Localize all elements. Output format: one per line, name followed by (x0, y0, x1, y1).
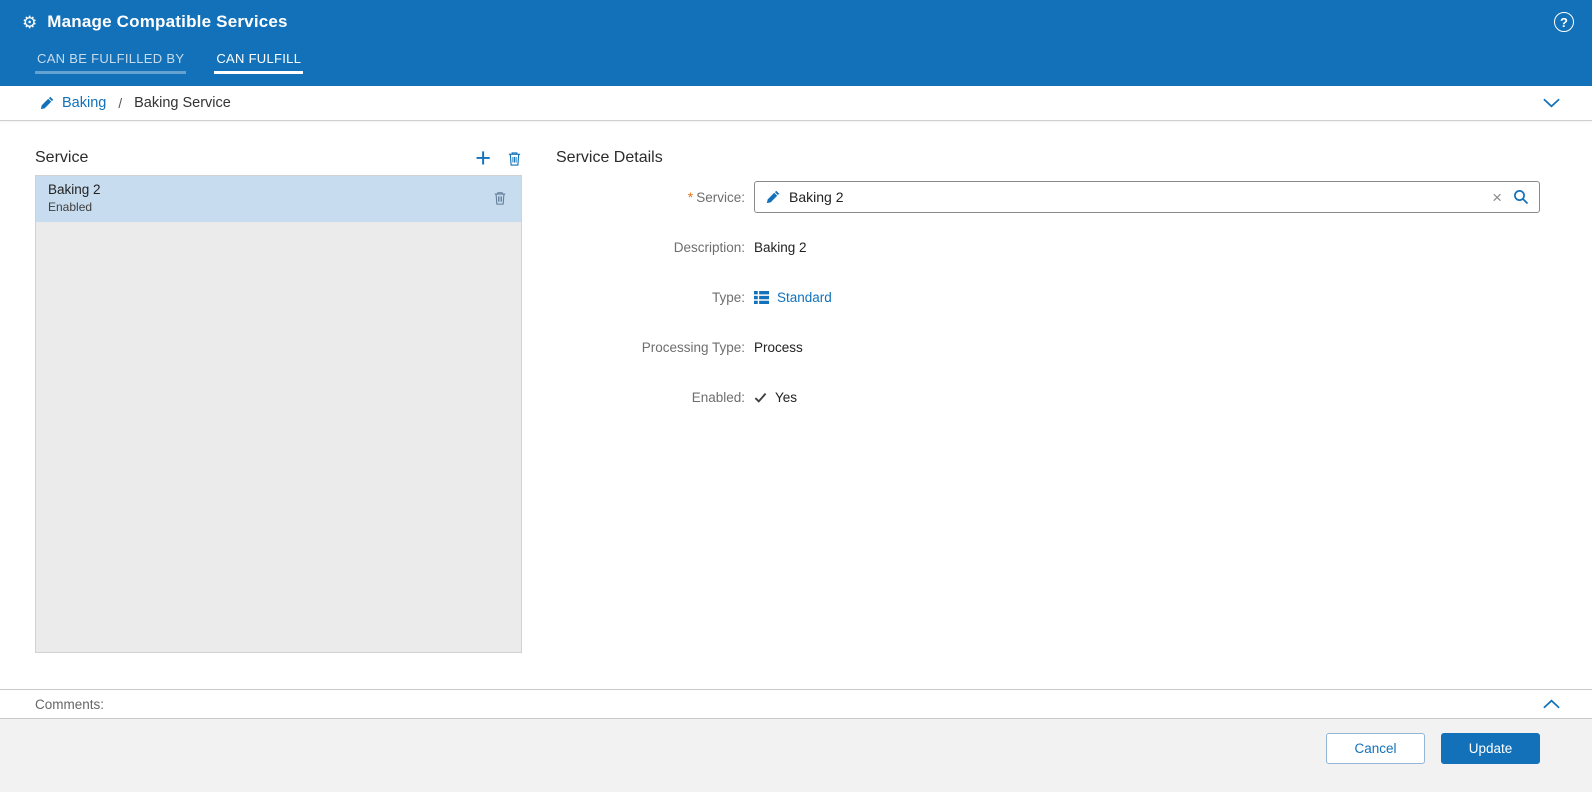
app-window: ⚙ Manage Compatible Services ? CAN BE FU… (0, 0, 1592, 792)
service-details-panel: Service Details *Service: × (556, 141, 1540, 689)
chevron-up-icon[interactable] (1543, 699, 1560, 709)
list-item-status: Enabled (48, 200, 93, 214)
pencil-icon (766, 190, 780, 204)
breadcrumb: Baking / Baking Service (0, 86, 1592, 121)
page-title: Manage Compatible Services (47, 12, 288, 31)
delete-service-icon[interactable] (507, 150, 522, 167)
help-icon[interactable]: ? (1554, 12, 1574, 32)
breadcrumb-current: Baking Service (134, 95, 231, 111)
service-panel-header: Service + (35, 141, 522, 175)
enabled-text: Yes (775, 389, 798, 405)
main-content: Service + Baking 2 Enabled Service Detai… (0, 121, 1592, 689)
processing-type-row: Processing Type: Process (556, 331, 1540, 363)
tab-can-fulfill[interactable]: CAN FULFILL (214, 44, 304, 74)
title-row: ⚙ Manage Compatible Services ? (22, 0, 1592, 44)
cancel-button[interactable]: Cancel (1326, 733, 1425, 764)
processing-type-label: Processing Type: (641, 339, 745, 355)
comments-label: Comments: (35, 696, 105, 712)
processing-type-value: Process (754, 339, 803, 355)
description-label: Description: (673, 239, 745, 255)
list-item-text: Baking 2 Enabled (48, 182, 101, 214)
comments-bar: Comments: (0, 689, 1592, 719)
description-value: Baking 2 (754, 239, 807, 255)
service-panel-title: Service (35, 149, 89, 166)
service-field-row: *Service: × (556, 181, 1540, 213)
service-field-label: * Service: (687, 189, 745, 205)
header-tabs: CAN BE FULFILLED BY CAN FULFILL (35, 44, 1592, 86)
service-lookup-field[interactable]: × (754, 181, 1540, 213)
footer-bar: Cancel Update (0, 719, 1592, 792)
list-item-baking-2[interactable]: Baking 2 Enabled (36, 176, 521, 222)
update-button[interactable]: Update (1441, 733, 1540, 764)
type-row: Type: Standard (556, 281, 1540, 313)
service-details-title: Service Details (556, 149, 663, 166)
clear-icon[interactable]: × (1490, 189, 1504, 206)
top-header: ⚙ Manage Compatible Services ? CAN BE FU… (0, 0, 1592, 86)
tab-can-be-fulfilled-by[interactable]: CAN BE FULFILLED BY (35, 44, 187, 74)
service-panel-actions: + (475, 145, 522, 172)
enabled-row: Enabled: Yes (556, 381, 1540, 413)
required-marker: * (687, 189, 694, 205)
type-link[interactable]: Standard (777, 290, 832, 305)
delete-item-icon[interactable] (493, 190, 507, 206)
service-list-panel: Service + Baking 2 Enabled (35, 141, 522, 689)
check-icon (754, 392, 767, 404)
list-item-name: Baking 2 (48, 182, 101, 197)
description-row: Description: Baking 2 (556, 231, 1540, 263)
service-list: Baking 2 Enabled (35, 175, 522, 653)
search-icon[interactable] (1513, 189, 1529, 205)
chevron-down-icon[interactable] (1543, 98, 1560, 108)
type-label: Type: (711, 289, 745, 305)
enabled-value: Yes (754, 390, 797, 405)
enabled-label: Enabled: (691, 389, 745, 405)
add-service-icon[interactable]: + (475, 145, 491, 172)
gear-icon: ⚙ (22, 12, 38, 32)
service-input[interactable] (789, 189, 1482, 205)
breadcrumb-separator: / (118, 95, 123, 111)
type-value: Standard (754, 290, 832, 305)
breadcrumb-link-baking[interactable]: Baking (62, 95, 106, 111)
pencil-icon (40, 96, 54, 110)
list-grid-icon (754, 290, 769, 304)
